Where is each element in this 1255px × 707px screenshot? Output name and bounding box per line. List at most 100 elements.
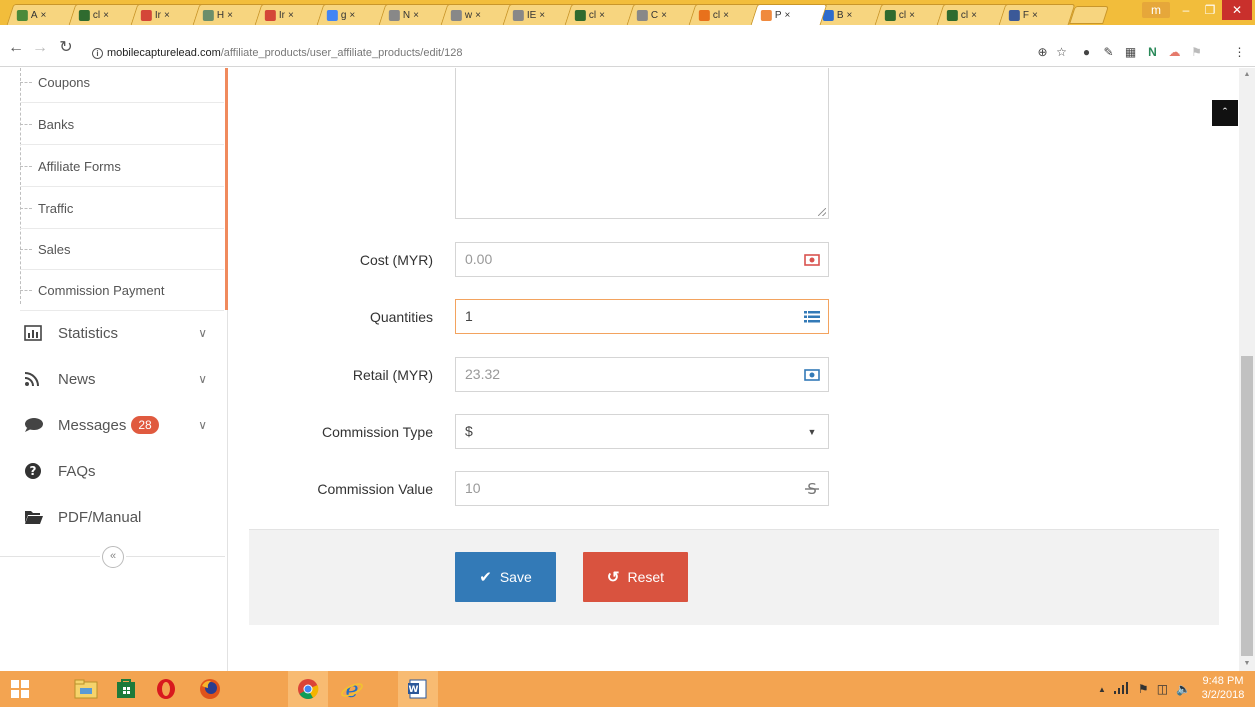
show-hidden-icons-icon[interactable]: ▲ (1098, 685, 1106, 694)
collapse-sidebar-icon[interactable]: « (102, 546, 124, 568)
undo-icon: ↺ (606, 569, 620, 586)
signal-icon[interactable] (1113, 681, 1130, 697)
google-icon (326, 9, 338, 21)
description-textarea[interactable] (455, 68, 829, 219)
close-tab-icon[interactable]: × (349, 10, 355, 21)
scroll-down-arrow-icon[interactable]: ▼ (1239, 657, 1255, 671)
save-button[interactable]: ✔ Save (455, 552, 556, 602)
internet-explorer-icon[interactable]: e (332, 671, 372, 707)
sidebar-subitem-banks[interactable]: Banks (20, 104, 224, 145)
close-tab-icon[interactable]: × (661, 10, 667, 21)
action-center-flag-icon[interactable]: ⚑ (1138, 682, 1149, 696)
battery-icon[interactable]: ◫ (1157, 682, 1168, 696)
info-icon[interactable]: i (92, 47, 103, 59)
circle-icon (78, 9, 90, 21)
commission-type-label: Commission Type (321, 424, 433, 440)
sidebar-item-faqs[interactable]: ? FAQs (0, 448, 225, 494)
sidebar-item-news[interactable]: News ∨ (0, 356, 225, 402)
scroll-up-arrow-icon[interactable]: ▲ (1239, 68, 1255, 82)
caret-down-icon: ▼ (807, 426, 817, 437)
submenu-accent-bar (225, 68, 228, 310)
sidebar-subitem-coupons[interactable]: Coupons (20, 62, 224, 103)
close-tab-icon[interactable]: × (599, 10, 605, 21)
browser-tab-label: w (464, 9, 473, 21)
store-icon[interactable] (106, 671, 146, 707)
cost-input[interactable]: 0.00 (455, 242, 829, 277)
close-tab-icon[interactable]: × (288, 10, 294, 21)
back-icon[interactable]: ← (6, 39, 26, 57)
facebook-icon (1008, 9, 1020, 21)
sidebar-item-pdf-manual[interactable]: PDF/Manual (0, 494, 225, 540)
minimize-icon[interactable]: – (1174, 0, 1198, 20)
bookmark-star-icon[interactable]: ☆ (1054, 45, 1069, 60)
reload-icon[interactable]: ↻ (56, 39, 76, 57)
close-tab-icon[interactable]: × (103, 10, 109, 21)
sidebar-subitem-commission-payment[interactable]: Commission Payment (20, 270, 224, 311)
close-tab-icon[interactable]: × (41, 10, 47, 21)
scrollbar-thumb[interactable] (1241, 356, 1253, 656)
retail-input[interactable]: 23.32 (455, 357, 829, 392)
main-content: Cost (MYR) 0.00 Quantities 1 Retail (MYR… (229, 68, 1239, 671)
extension-pen-icon[interactable]: ✎ (1101, 45, 1116, 60)
firefox-icon[interactable] (190, 671, 230, 707)
taskbar-clock[interactable]: 9:48 PM 3/2/2018 (1193, 674, 1253, 702)
sidebar-subitem-affiliate-forms[interactable]: Affiliate Forms (20, 146, 224, 187)
close-tab-icon[interactable]: × (971, 10, 977, 21)
sidebar-collapse-row: « (0, 542, 225, 572)
commission-type-select[interactable]: $ ▼ (455, 414, 829, 449)
form-row-commission-type: Commission Type $ ▼ (229, 414, 1239, 450)
close-tab-icon[interactable]: × (164, 10, 170, 21)
list-icon (804, 309, 820, 325)
extension-grid-icon[interactable]: ▦ (1123, 45, 1138, 60)
reset-button[interactable]: ↺ Reset (583, 552, 688, 602)
start-windows-icon[interactable] (0, 671, 40, 707)
url-input[interactable]: i mobilecapturelead.com/affiliate_produc… (92, 44, 1052, 62)
browser-tab-label: IE (526, 9, 537, 21)
commission-value-input[interactable]: 10 S (455, 471, 829, 506)
close-tab-icon[interactable]: × (227, 10, 233, 21)
maximize-icon[interactable]: ❐ (1198, 0, 1222, 20)
browser-tab[interactable]: F × (998, 4, 1076, 25)
close-tab-icon[interactable]: × (785, 10, 791, 21)
chrome-icon[interactable] (288, 671, 328, 707)
opera-icon[interactable] (146, 671, 186, 707)
volume-icon[interactable]: 🔈 (1176, 682, 1191, 696)
browser-tab-label: Ir (154, 9, 161, 21)
quantities-input[interactable]: 1 (455, 299, 829, 334)
forward-icon[interactable]: → (30, 39, 50, 57)
word-icon[interactable]: W (398, 671, 438, 707)
extension-flag-icon[interactable]: ⚑ (1189, 45, 1204, 60)
close-tab-icon[interactable]: × (847, 10, 853, 21)
close-tab-icon[interactable]: × (909, 10, 915, 21)
rss-icon (24, 370, 48, 388)
sidebar-item-statistics[interactable]: Statistics ∨ (0, 310, 225, 356)
browser-tab-label: F (1022, 9, 1029, 21)
extension-dark-circle-icon[interactable]: ● (1079, 45, 1094, 60)
extension-cloud-icon[interactable]: ☁ (1167, 45, 1182, 60)
close-tab-icon[interactable]: × (1032, 10, 1038, 21)
profile-button[interactable]: m (1142, 2, 1170, 18)
browser-tab-strip: m – ❐ ✕ A × cl × Ir × H × Ir × g × N × w × IE × cl × C × cl × P ×… (0, 0, 1255, 25)
extension-n-icon[interactable]: N (1145, 45, 1160, 60)
scroll-to-top-button[interactable]: ˆ (1212, 100, 1238, 126)
close-tab-icon[interactable]: × (723, 10, 729, 21)
menu-kebab-icon[interactable]: ⋮ (1232, 45, 1247, 60)
zoom-icon[interactable]: ⊕ (1035, 45, 1050, 60)
close-window-icon[interactable]: ✕ (1222, 0, 1252, 20)
cost-label: Cost (MYR) (359, 252, 433, 268)
sidebar-subitem-sales[interactable]: Sales (20, 229, 224, 270)
resize-grip-icon[interactable] (818, 208, 826, 216)
browser-tab[interactable]: P × (750, 4, 828, 25)
sidebar-item-messages[interactable]: Messages 28 ∨ (0, 402, 225, 448)
check-icon: ✔ (479, 569, 492, 586)
sidebar-subitem-traffic[interactable]: Traffic (20, 188, 224, 229)
close-tab-icon[interactable]: × (539, 10, 545, 21)
page-scrollbar[interactable]: ▲ ▼ (1239, 68, 1255, 671)
new-tab-button[interactable] (1069, 6, 1109, 24)
file-explorer-icon[interactable] (66, 671, 106, 707)
close-tab-icon[interactable]: × (413, 10, 419, 21)
folder-open-icon (24, 508, 48, 526)
browser-tab-label: B (836, 9, 844, 21)
close-tab-icon[interactable]: × (475, 10, 481, 21)
svg-text:W: W (409, 685, 419, 695)
